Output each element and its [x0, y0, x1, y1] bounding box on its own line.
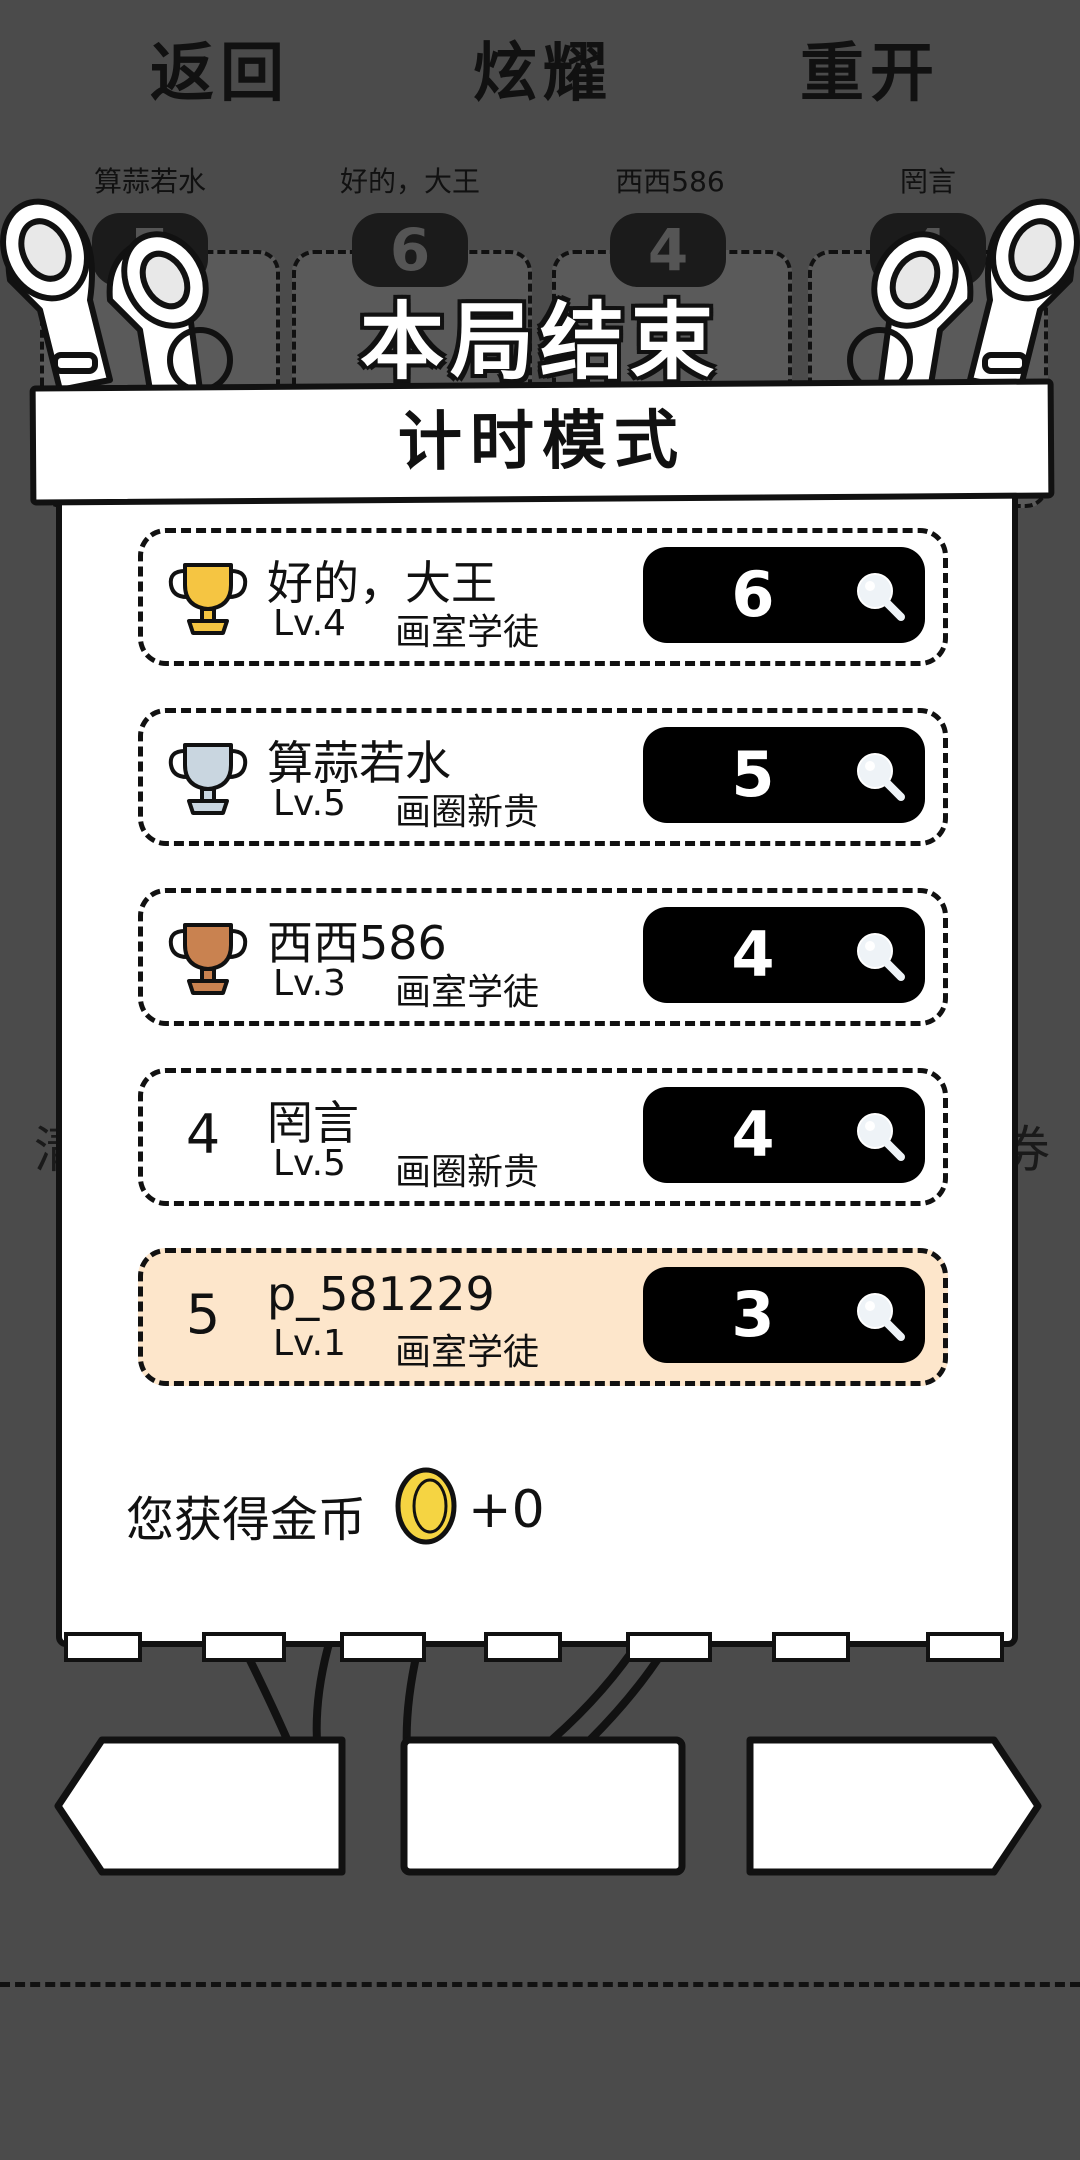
player-rank-title: 画室学徒: [395, 972, 540, 1013]
mode-label: 计时模式: [397, 403, 687, 481]
player-level: Lv.5: [273, 1143, 346, 1184]
coin-reward-label: 您获得金币: [126, 1492, 367, 1548]
player-score: 4: [731, 918, 775, 991]
paper-tab: [202, 1632, 286, 1662]
restart-button-shape: [746, 1736, 1042, 1876]
magnifier-icon[interactable]: [853, 1289, 907, 1343]
player-rank-title: 画室学徒: [395, 1332, 540, 1373]
score-box: 5: [643, 727, 925, 823]
player-score: 4: [731, 1098, 775, 1171]
mode-banner: 计时模式: [29, 378, 1055, 506]
player-level: Lv.1: [273, 1323, 346, 1364]
player-rank-title: 画圈新贵: [395, 792, 540, 833]
player-rank-title: 画圈新贵: [395, 1152, 540, 1193]
leaderboard-row: 好的，大王 Lv.4 画室学徒 6: [138, 528, 948, 666]
leaderboard-row-self: 5 p_581229 Lv.1 画室学徒 3: [138, 1248, 948, 1386]
gold-coin-icon: [395, 1467, 457, 1545]
gold-trophy-icon: [168, 563, 248, 635]
player-level: Lv.3: [273, 963, 346, 1004]
rank-number: 5: [185, 1283, 221, 1346]
paper-tab: [484, 1632, 562, 1662]
score-box: 4: [643, 907, 925, 1003]
paper-tab: [64, 1632, 142, 1662]
back-button-shape: [54, 1736, 346, 1876]
score-box: 3: [643, 1267, 925, 1363]
silver-trophy-icon: [168, 743, 248, 815]
paper-tab: [926, 1632, 1004, 1662]
player-level: Lv.4: [273, 603, 346, 644]
player-score: 5: [731, 738, 775, 811]
magnifier-icon[interactable]: [853, 569, 907, 623]
magnifier-icon[interactable]: [853, 1109, 907, 1163]
game-over-title: 本局结束: [359, 293, 720, 391]
coin-reward-value: +0: [468, 1480, 545, 1540]
bronze-trophy-icon: [168, 923, 248, 995]
magnifier-icon[interactable]: [853, 929, 907, 983]
top-player-name: 西西586: [615, 165, 725, 198]
score-box: 6: [643, 547, 925, 643]
paper-tab: [626, 1632, 712, 1662]
rank-number: 4: [185, 1103, 221, 1166]
leaderboard-row: 算蒜若水 Lv.5 画圈新贵 5: [138, 708, 948, 846]
back-button[interactable]: 返回: [100, 0, 340, 148]
divider: [0, 1982, 1080, 1987]
player-name: p_581229: [267, 1267, 495, 1321]
leaderboard-row: 西西586 Lv.3 画室学徒 4: [138, 888, 948, 1026]
player-score: 3: [731, 1278, 775, 1351]
score-box: 4: [643, 1087, 925, 1183]
restart-button[interactable]: 重开: [750, 0, 990, 148]
player-score: 6: [731, 558, 775, 631]
show-off-button[interactable]: 炫耀: [398, 0, 688, 148]
magnifier-icon[interactable]: [853, 749, 907, 803]
top-player-name: 好的，大王: [339, 165, 480, 198]
player-rank-title: 画室学徒: [395, 612, 540, 653]
player-level: Lv.5: [273, 783, 346, 824]
paper-tab: [340, 1632, 426, 1662]
show-off-button-shape: [400, 1736, 686, 1876]
leaderboard-row: 4 罔言 Lv.5 画圈新贵 4: [138, 1068, 948, 1206]
paper-tab: [772, 1632, 850, 1662]
